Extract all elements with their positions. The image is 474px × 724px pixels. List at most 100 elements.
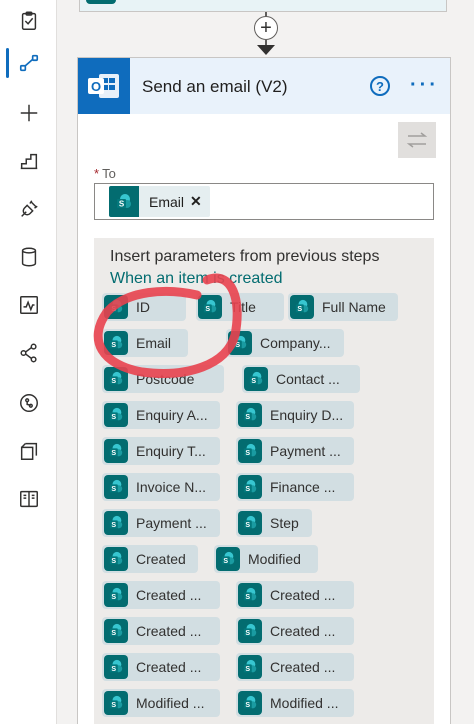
dynamic-content-chip[interactable]: S Company... [226, 329, 344, 357]
dynamic-content-chip[interactable]: S Finance ... [236, 473, 354, 501]
required-marker: * [94, 166, 100, 181]
dynamic-content-chip[interactable]: S Title [196, 293, 284, 321]
sharepoint-icon: S [238, 583, 262, 607]
dynamic-content-chip[interactable]: S Created ... [236, 653, 354, 681]
svg-text:S: S [111, 665, 116, 673]
rail-item-learn[interactable] [0, 478, 57, 520]
chip-label: Contact ... [276, 371, 340, 387]
sharepoint-icon: S [104, 655, 128, 679]
template-icon [20, 442, 37, 460]
svg-text:S: S [111, 341, 116, 349]
dynamic-content-chip[interactable]: S Payment ... [236, 437, 354, 465]
rail-item-ai-builder[interactable] [0, 332, 57, 374]
svg-text:S: S [111, 305, 116, 313]
dynamic-content-chip[interactable]: S ID [102, 293, 186, 321]
rail-item-my-flows[interactable] [0, 42, 57, 84]
dynamic-content-chip[interactable]: S Invoice N... [102, 473, 220, 501]
remove-token-icon[interactable]: ✕ [190, 193, 210, 210]
more-options-icon[interactable]: ··· [410, 74, 439, 97]
sharepoint-icon: S [104, 619, 128, 643]
sharepoint-icon: S [104, 583, 128, 607]
svg-text:S: S [251, 377, 256, 385]
dynamic-content-chip[interactable]: S Full Name [288, 293, 398, 321]
insert-step-button[interactable]: + [254, 16, 278, 40]
svg-text:S: S [245, 593, 250, 601]
sharepoint-icon: S [228, 331, 252, 355]
send-email-action-card: O Send an email (V2) ? ··· * To S Email ✕ [77, 57, 451, 724]
svg-text:S: S [245, 449, 250, 457]
rail-item-data[interactable] [0, 236, 57, 278]
dynamic-content-chip[interactable]: S Enquiry A... [102, 401, 220, 429]
chip-label: Modified ... [136, 695, 205, 711]
rail-item-templates[interactable] [0, 140, 57, 182]
connector-arrow-icon [257, 45, 275, 55]
to-field[interactable]: S Email ✕ [94, 183, 434, 220]
svg-text:S: S [119, 199, 125, 208]
svg-text:S: S [111, 377, 116, 385]
rail-item-solutions[interactable] [0, 430, 57, 472]
sharepoint-icon: S [216, 547, 240, 571]
dynamic-content-chip[interactable]: S Modified [214, 545, 318, 573]
dynamic-content-chip[interactable]: S Created ... [102, 653, 220, 681]
chip-label: Enquiry D... [270, 407, 344, 423]
sharepoint-icon: S [104, 403, 128, 427]
dynamic-content-chip[interactable]: S Payment ... [102, 509, 220, 537]
email-token[interactable]: S Email ✕ [109, 186, 210, 217]
svg-text:S: S [205, 305, 210, 313]
dynamic-content-chip[interactable]: S Postcode [102, 365, 224, 393]
chip-label: ID [136, 299, 150, 315]
rail-item-process-advisor[interactable] [0, 382, 57, 424]
rail-item-create[interactable] [0, 92, 57, 134]
dynamic-content-chip[interactable]: S Created ... [102, 581, 220, 609]
svg-text:O: O [91, 79, 101, 94]
chip-label: Created ... [270, 659, 336, 675]
rail-item-connectors[interactable] [0, 188, 57, 230]
dynamic-content-chip[interactable]: S Email [102, 329, 188, 357]
chip-label: Enquiry T... [136, 443, 206, 459]
left-nav-rail [0, 0, 57, 724]
connector-plug-icon [20, 200, 38, 217]
chip-label: Postcode [136, 371, 195, 387]
rail-item-approvals[interactable] [0, 0, 57, 42]
dynamic-content-chip[interactable]: S Created [102, 545, 198, 573]
trigger-name: When an item is created [110, 270, 283, 287]
chip-label: Invoice N... [136, 479, 207, 495]
chip-label: Company... [260, 335, 331, 351]
sharepoint-icon: S [244, 367, 268, 391]
svg-text:S: S [245, 521, 250, 529]
sharepoint-icon: S [109, 186, 139, 217]
dynamic-content-chip[interactable]: S Created ... [236, 617, 354, 645]
svg-text:S: S [111, 593, 116, 601]
svg-text:S: S [245, 413, 250, 421]
chip-label: Email [136, 335, 172, 351]
dynamic-content-chip[interactable]: S Created ... [102, 617, 220, 645]
rail-item-monitor[interactable] [0, 284, 57, 326]
help-icon[interactable]: ? [370, 76, 390, 96]
svg-text:S: S [111, 521, 116, 529]
power-automate-editor: + O Send an email (V2) ? ··· * To S Emai… [0, 0, 474, 724]
dynamic-content-chip[interactable]: S Modified ... [236, 689, 354, 717]
token-label: Email [149, 193, 185, 210]
chip-label: Modified ... [270, 695, 339, 711]
chip-label: Finance ... [270, 479, 336, 495]
card-title: Send an email (V2) [142, 77, 288, 96]
svg-text:S: S [245, 665, 250, 673]
sharepoint-icon: S [104, 367, 128, 391]
dynamic-content-chip[interactable]: S Enquiry D... [236, 401, 354, 429]
dynamic-content-chip[interactable]: S Step [236, 509, 312, 537]
svg-text:S: S [111, 413, 116, 421]
dynamic-content-chip[interactable]: S Created ... [236, 581, 354, 609]
dynamic-content-chip[interactable]: S Modified ... [102, 689, 220, 717]
chip-label: Created [136, 551, 186, 567]
sharepoint-icon: S [104, 331, 128, 355]
svg-text:S: S [111, 449, 116, 457]
sharepoint-icon: S [104, 511, 128, 535]
dynamic-content-chip[interactable]: S Contact ... [242, 365, 360, 393]
process-advisor-icon [19, 394, 38, 412]
previous-step-card[interactable] [79, 0, 447, 12]
card-header[interactable]: O Send an email (V2) ? ··· [78, 58, 450, 114]
dynamic-content-chip[interactable]: S Enquiry T... [102, 437, 220, 465]
outlook-icon: O [78, 58, 130, 114]
switch-input-mode-button[interactable] [398, 122, 436, 158]
sharepoint-icon: S [238, 655, 262, 679]
